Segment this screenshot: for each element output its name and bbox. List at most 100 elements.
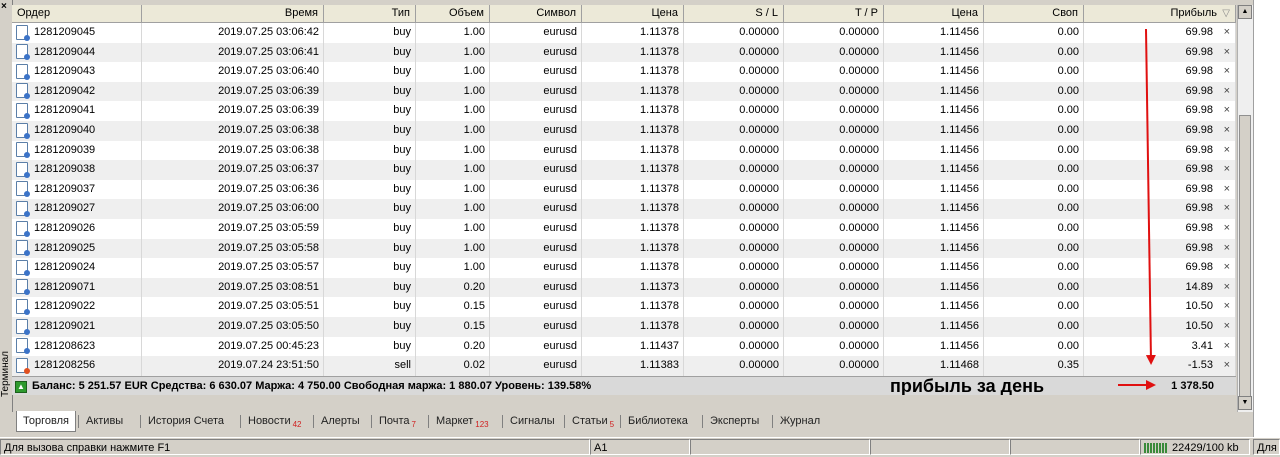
close-icon[interactable]: × [1,2,7,12]
terminal-title: Терминал [0,350,11,398]
close-order-icon[interactable]: × [1224,278,1230,298]
table-row[interactable]: 1281209045 2019.07.25 03:06:42 buy 1.00 euru… [12,23,1236,43]
table-cell: buy [324,199,416,219]
table-row[interactable]: 1281209037 2019.07.25 03:06:36 buy 1.00 euru… [12,179,1236,200]
table-cell: eurusd [490,258,582,278]
table-cell: 0.02 [416,356,490,376]
table-cell: 1.11378 [582,23,684,43]
table-cell: 1.11468 [884,356,984,376]
table-row[interactable]: 1281209026 2019.07.25 03:05:59 buy 1.00 euru… [12,219,1236,239]
scroll-down-button[interactable]: ▼ [1238,396,1252,410]
table-cell: 0.00 [984,62,1084,82]
tab-item[interactable]: Сигналы [504,412,561,430]
close-order-icon[interactable]: × [1224,121,1230,141]
order-buy-icon [16,63,30,80]
column-header[interactable]: Тип [324,5,416,22]
tab-item[interactable]: Статьи 5 [566,412,620,430]
table-row[interactable]: 1281209039 2019.07.25 03:06:38 buy 1.00 euru… [12,140,1236,161]
column-header[interactable]: S / L [684,5,784,22]
tab-label: Маркет [436,415,474,427]
table-row[interactable]: 1281209025 2019.07.25 03:05:58 buy 1.00 euru… [12,238,1236,259]
table-row[interactable]: 1281209043 2019.07.25 03:06:40 buy 1.00 euru… [12,62,1236,82]
table-cell: buy [324,101,416,121]
column-header[interactable]: Объем [416,5,490,22]
table-row[interactable]: 1281209038 2019.07.25 03:06:37 buy 1.00 euru… [12,160,1236,180]
close-order-icon[interactable]: × [1224,219,1230,239]
table-cell: 69.98 [1084,179,1236,200]
table-cell: sell [324,356,416,376]
table-row[interactable]: 1281209071 2019.07.25 03:08:51 buy 0.20 euru… [12,277,1236,298]
tab-item[interactable]: Журнал [774,412,826,430]
tab-item[interactable]: Торговля [16,411,76,432]
tab-item[interactable]: Активы [80,412,129,430]
column-header[interactable]: Цена [582,5,684,22]
table-cell: 0.00 [984,219,1084,239]
tab-item[interactable]: Новости 42 [242,412,308,430]
column-header[interactable]: Ордер [12,5,142,22]
close-order-icon[interactable]: × [1224,141,1230,161]
order-id: 1281209043 [34,65,96,78]
table-cell: 0.00000 [684,179,784,200]
close-order-icon[interactable]: × [1224,317,1230,337]
table-cell: 69.98 [1084,81,1236,102]
tab-item[interactable]: История Счета [142,412,230,430]
close-order-icon[interactable]: × [1224,23,1230,43]
vertical-scrollbar[interactable]: ▲ ▼ [1237,5,1253,412]
close-order-icon[interactable]: × [1224,297,1230,317]
tab-label: Алерты [321,415,360,427]
table-cell: 1.00 [416,42,490,63]
close-order-icon[interactable]: × [1224,62,1230,82]
table-cell: 1281209041 [12,101,142,121]
tab-item[interactable]: Эксперты [704,412,765,430]
column-header[interactable]: Своп [984,5,1084,22]
close-order-icon[interactable]: × [1224,160,1230,180]
table-cell: 1281209039 [12,140,142,161]
column-header[interactable]: Символ [490,5,582,22]
scroll-up-button[interactable]: ▲ [1238,5,1252,19]
tab-item[interactable]: Маркет 123 [430,412,495,430]
close-order-icon[interactable]: × [1224,43,1230,63]
tab-item[interactable]: Алерты [315,412,366,430]
table-row[interactable]: 1281209041 2019.07.25 03:06:39 buy 1.00 euru… [12,101,1236,121]
table-cell: 2019.07.25 03:05:59 [142,219,324,239]
close-order-icon[interactable]: × [1224,199,1230,219]
tab-label: Статьи [572,415,608,427]
tab-separator [78,415,79,428]
tab-item[interactable]: Библиотека [622,412,694,430]
column-header[interactable]: T / P [784,5,884,22]
table-row[interactable]: 1281209044 2019.07.25 03:06:41 buy 1.00 euru… [12,42,1236,63]
scroll-thumb[interactable] [1239,115,1251,398]
table-row[interactable]: 1281209040 2019.07.25 03:06:38 buy 1.00 euru… [12,121,1236,141]
table-cell: 69.98 [1084,219,1236,239]
connection-bars-icon [1144,443,1168,454]
column-header[interactable]: Прибыль [1084,5,1236,22]
close-order-icon[interactable]: × [1224,356,1230,376]
column-header[interactable]: Время [142,5,324,22]
close-order-icon[interactable]: × [1224,337,1230,357]
table-cell: 1281209040 [12,121,142,141]
column-header[interactable]: Цена [884,5,984,22]
table-cell: 1.11378 [582,238,684,259]
table-cell: 2019.07.25 03:06:39 [142,101,324,121]
table-row[interactable]: 1281209022 2019.07.25 03:05:51 buy 0.15 euru… [12,297,1236,317]
order-id: 1281208256 [34,359,96,372]
table-row[interactable]: 1281209024 2019.07.25 03:05:57 buy 1.00 euru… [12,258,1236,278]
table-row[interactable]: 1281208256 2019.07.24 23:51:50 sell 0.02 eur… [12,356,1236,376]
table-cell: eurusd [490,219,582,239]
tab-item[interactable]: Почта 7 [373,412,422,430]
order-id: 1281209027 [34,202,96,215]
table-row[interactable]: 1281209042 2019.07.25 03:06:39 buy 1.00 euru… [12,81,1236,102]
close-order-icon[interactable]: × [1224,101,1230,121]
table-cell: 1.11456 [884,121,984,141]
table-row[interactable]: 1281209027 2019.07.25 03:06:00 buy 1.00 euru… [12,199,1236,219]
status-cell: A1 [590,439,690,455]
close-order-icon[interactable]: × [1224,258,1230,278]
close-order-icon[interactable]: × [1224,82,1230,102]
table-cell: 69.98 [1084,238,1236,259]
table-cell: 1.11378 [582,81,684,102]
table-cell: 0.00 [984,297,1084,317]
close-order-icon[interactable]: × [1224,180,1230,200]
table-row[interactable]: 1281208623 2019.07.25 00:45:23 buy 0.20 euru… [12,336,1236,357]
close-order-icon[interactable]: × [1224,239,1230,259]
table-row[interactable]: 1281209021 2019.07.25 03:05:50 buy 0.15 euru… [12,317,1236,337]
